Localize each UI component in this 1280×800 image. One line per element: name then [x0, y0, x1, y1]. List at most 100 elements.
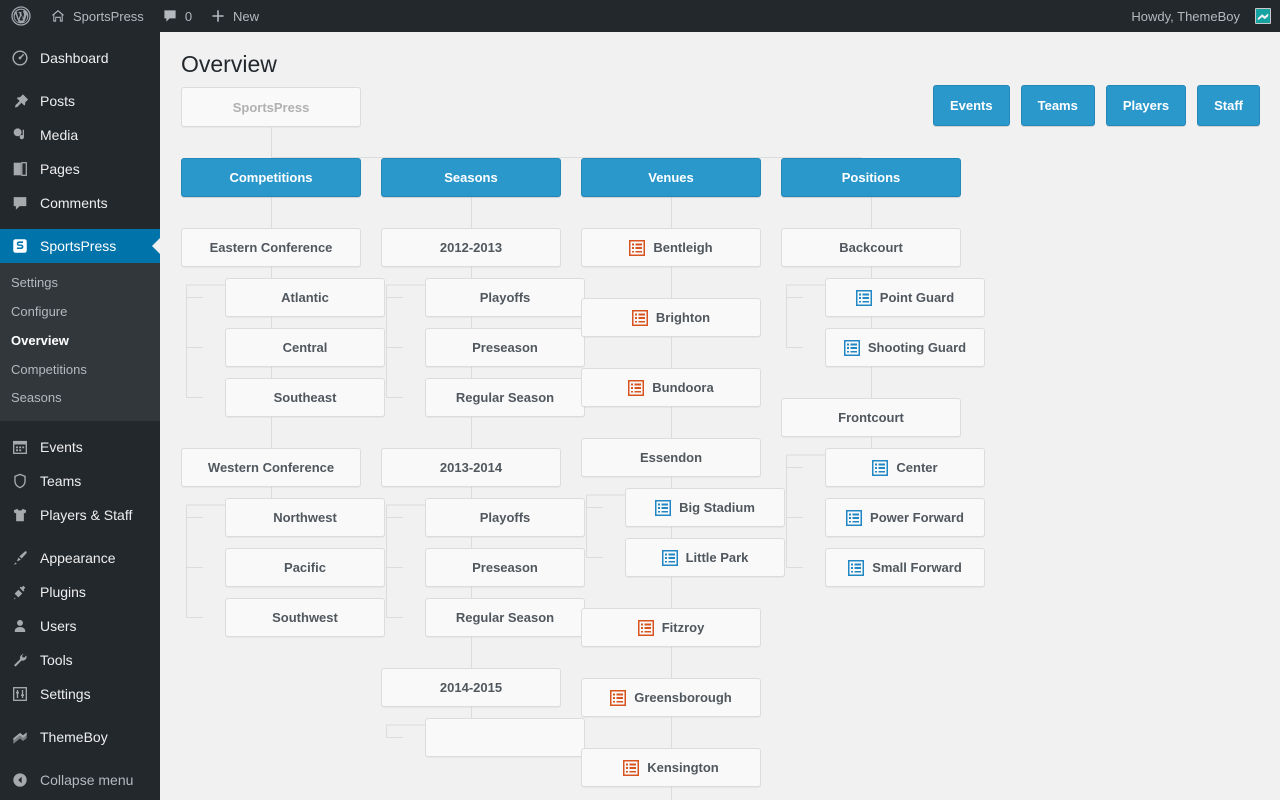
- tree-column-positions: Positions Backcourt Point Guard Shooting Gu…: [781, 158, 985, 587]
- main-content: Overview Events Teams Players Staff Spor…: [160, 32, 1280, 800]
- admin-bar-right: Howdy, ThemeBoy: [1122, 0, 1280, 32]
- tree-node[interactable]: Western Conference: [181, 448, 361, 487]
- column-header-venues[interactable]: Venues: [581, 158, 761, 197]
- sidebar-item-players-staff[interactable]: Players & Staff: [0, 498, 160, 532]
- sidebar-item-sportspress[interactable]: SportsPress: [0, 229, 160, 263]
- tree-node[interactable]: Small Forward: [825, 548, 985, 587]
- submenu-item-overview[interactable]: Overview: [0, 327, 160, 356]
- sidebar-label: SportsPress: [40, 238, 117, 254]
- submenu-item-settings[interactable]: Settings: [0, 269, 160, 298]
- tree-node[interactable]: Southeast: [225, 378, 385, 417]
- tree-node[interactable]: Pacific: [225, 548, 385, 587]
- sidebar-label: ThemeBoy: [40, 729, 108, 746]
- sidebar-label: Players & Staff: [40, 507, 133, 524]
- site-name-label: SportsPress: [73, 8, 144, 24]
- wp-admin-bar: SportsPress 0 New Howdy, ThemeBoy: [0, 0, 1280, 32]
- tree-node[interactable]: Southwest: [225, 598, 385, 637]
- tree-node-label: Regular Season: [455, 610, 555, 625]
- tree-node[interactable]: Preseason: [425, 328, 585, 367]
- tree-node-label: Point Guard: [879, 290, 955, 305]
- tree-node[interactable]: Bentleigh: [581, 228, 761, 267]
- tree-node[interactable]: Regular Season: [425, 598, 585, 637]
- site-name-button[interactable]: SportsPress: [41, 0, 153, 32]
- sidebar-item-posts[interactable]: Posts: [0, 84, 160, 118]
- tree-node[interactable]: Frontcourt: [781, 398, 961, 437]
- tree-node[interactable]: Essendon: [581, 438, 761, 477]
- new-content-button[interactable]: New: [201, 0, 268, 32]
- collapse-arrow-icon: [11, 771, 29, 789]
- wordpress-logo-button[interactable]: [0, 0, 41, 32]
- plus-icon: [210, 8, 226, 24]
- tree-node[interactable]: Eastern Conference: [181, 228, 361, 267]
- account-menu[interactable]: Howdy, ThemeBoy: [1122, 0, 1280, 32]
- tree-node[interactable]: 2013-2014: [381, 448, 561, 487]
- sidebar-label: Media: [40, 127, 79, 143]
- tree-node[interactable]: [425, 718, 585, 757]
- sidebar-item-plugins[interactable]: Plugins: [0, 575, 160, 609]
- list-icon-blue: [661, 549, 678, 566]
- list-icon-orange: [628, 379, 645, 396]
- tree-node-label: Kensington: [647, 760, 719, 775]
- list-icon-orange: [610, 689, 627, 706]
- sidebar-item-events[interactable]: Events: [0, 430, 160, 464]
- comments-button[interactable]: 0: [153, 0, 201, 32]
- sidebar-item-comments[interactable]: Comments: [0, 186, 160, 220]
- collapse-menu-label: Collapse menu: [40, 772, 134, 789]
- tree-node[interactable]: Playoffs: [425, 278, 585, 317]
- sidebar-item-dashboard[interactable]: Dashboard: [0, 41, 160, 75]
- tree-node-label: Greensborough: [634, 690, 732, 705]
- column-header-label: Seasons: [444, 170, 498, 185]
- column-header-competitions[interactable]: Competitions: [181, 158, 361, 197]
- tree-node-label: Power Forward: [870, 510, 964, 525]
- tree-node[interactable]: Kensington: [581, 748, 761, 787]
- sidebar-label: Users: [40, 618, 77, 635]
- tree-node[interactable]: Playoffs: [425, 498, 585, 537]
- list-icon-blue: [846, 509, 863, 526]
- sidebar-item-themeboy[interactable]: ThemeBoy: [0, 720, 160, 754]
- tree-node[interactable]: Northwest: [225, 498, 385, 537]
- tree-node[interactable]: 2014-2015: [381, 668, 561, 707]
- tree-node[interactable]: Fitzroy: [581, 608, 761, 647]
- sidebar-item-users[interactable]: Users: [0, 609, 160, 643]
- home-icon: [50, 8, 66, 24]
- sidebar-item-pages[interactable]: Pages: [0, 152, 160, 186]
- tree-node[interactable]: Power Forward: [825, 498, 985, 537]
- shield-icon: [11, 472, 29, 490]
- tree-node[interactable]: Preseason: [425, 548, 585, 587]
- tree-node[interactable]: Regular Season: [425, 378, 585, 417]
- tree-node[interactable]: Bundoora: [581, 368, 761, 407]
- sidebar-label: Plugins: [40, 584, 86, 601]
- tree-node[interactable]: Atlantic: [225, 278, 385, 317]
- tree-node[interactable]: Little Park: [625, 538, 785, 577]
- submenu-item-configure[interactable]: Configure: [0, 298, 160, 327]
- pin-icon: [11, 92, 29, 110]
- tree-node[interactable]: Point Guard: [825, 278, 985, 317]
- tree-node[interactable]: Brighton: [581, 298, 761, 337]
- tree-node[interactable]: Backcourt: [781, 228, 961, 267]
- sidebar-label: Dashboard: [40, 50, 109, 66]
- avatar: [1255, 8, 1271, 24]
- sidebar-item-teams[interactable]: Teams: [0, 464, 160, 498]
- tree-node-label: Playoffs: [479, 290, 531, 305]
- submenu-item-seasons[interactable]: Seasons: [0, 384, 160, 413]
- calendar-icon: [11, 438, 29, 456]
- list-icon-orange: [631, 309, 648, 326]
- tree-node[interactable]: Central: [225, 328, 385, 367]
- collapse-menu-button[interactable]: Collapse menu: [0, 763, 160, 797]
- column-header-seasons[interactable]: Seasons: [381, 158, 561, 197]
- tree-node[interactable]: Shooting Guard: [825, 328, 985, 367]
- tree-node[interactable]: Big Stadium: [625, 488, 785, 527]
- tree-node[interactable]: Center: [825, 448, 985, 487]
- user-icon: [11, 617, 29, 635]
- sidebar-item-appearance[interactable]: Appearance: [0, 541, 160, 575]
- tree-node[interactable]: Greensborough: [581, 678, 761, 717]
- sidebar-item-settings[interactable]: Settings: [0, 677, 160, 711]
- tree-node-label: Preseason: [472, 560, 538, 575]
- tree-node[interactable]: 2012-2013: [381, 228, 561, 267]
- list-icon-orange: [623, 759, 640, 776]
- sidebar-item-media[interactable]: Media: [0, 118, 160, 152]
- submenu-item-competitions[interactable]: Competitions: [0, 356, 160, 385]
- pages-icon: [11, 160, 29, 178]
- column-header-positions[interactable]: Positions: [781, 158, 961, 197]
- sidebar-item-tools[interactable]: Tools: [0, 643, 160, 677]
